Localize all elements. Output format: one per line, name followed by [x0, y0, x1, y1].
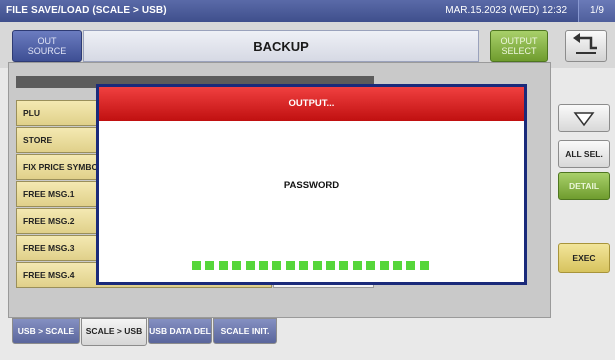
progress-segment: [352, 261, 362, 270]
progress-segment: [192, 261, 201, 270]
all-select-button[interactable]: ALL SEL.: [558, 140, 610, 168]
return-arrow-icon: [573, 33, 597, 54]
exec-button[interactable]: EXEC: [558, 243, 610, 273]
out-source-button[interactable]: OUT SOURCE: [12, 30, 82, 62]
progress-segment: [285, 261, 295, 270]
row-label: FREE MSG.3: [23, 243, 75, 253]
progress-segment: [245, 261, 255, 270]
progress-segment: [379, 261, 389, 270]
row-label: FREE MSG.1: [23, 189, 75, 199]
tab-usb-data-del[interactable]: USB DATA DEL: [148, 318, 212, 344]
row-label: FREE MSG.4: [23, 270, 75, 280]
title-bar: FILE SAVE/LOAD (SCALE > USB) MAR.15.2023…: [0, 0, 615, 22]
progress-segment: [366, 261, 376, 270]
progress-segment: [205, 261, 215, 270]
progress-segment: [406, 261, 416, 270]
datetime-display: MAR.15.2023 (WED) 12:32: [445, 5, 567, 16]
dialog-message: PASSWORD: [283, 180, 340, 191]
progress-segment: [218, 261, 228, 270]
page-indicator: 1/9: [578, 0, 615, 22]
mode-title: BACKUP: [83, 30, 479, 62]
progress-segment: [272, 261, 282, 270]
row-label: FREE MSG.2: [23, 216, 75, 226]
progress-segment: [393, 261, 402, 270]
output-select-label-2: SELECT: [501, 46, 537, 56]
out-source-label-1: OUT: [37, 36, 57, 46]
triangle-down-icon: [573, 112, 595, 127]
progress-segment: [259, 261, 268, 270]
tab-usb-to-scale[interactable]: USB > SCALE: [12, 318, 80, 344]
out-source-label-2: SOURCE: [27, 46, 67, 56]
scroll-down-button[interactable]: [558, 104, 610, 132]
progress-segment: [299, 261, 309, 270]
dialog-title: OUTPUT...: [99, 87, 524, 121]
tab-scale-init[interactable]: SCALE INIT.: [213, 318, 277, 344]
back-button[interactable]: [565, 30, 607, 62]
row-label: FIX PRICE SYMBOL: [23, 162, 104, 172]
output-dialog: OUTPUT... PASSWORD: [99, 87, 524, 282]
row-label: STORE: [23, 135, 53, 145]
progress-segment: [326, 261, 335, 270]
screen-title: FILE SAVE/LOAD (SCALE > USB): [6, 5, 167, 16]
progress-segment: [339, 261, 349, 270]
tab-scale-to-usb[interactable]: SCALE > USB: [81, 318, 147, 346]
output-select-label-1: OUTPUT: [500, 36, 538, 46]
row-label: PLU: [23, 108, 40, 118]
progress-segment: [312, 261, 322, 270]
progress-segment: [419, 261, 429, 270]
progress-segment: [232, 261, 242, 270]
output-dialog-frame: OUTPUT... PASSWORD: [96, 84, 527, 285]
detail-button[interactable]: DETAIL: [558, 172, 610, 200]
output-select-button[interactable]: OUTPUT SELECT: [490, 30, 548, 62]
